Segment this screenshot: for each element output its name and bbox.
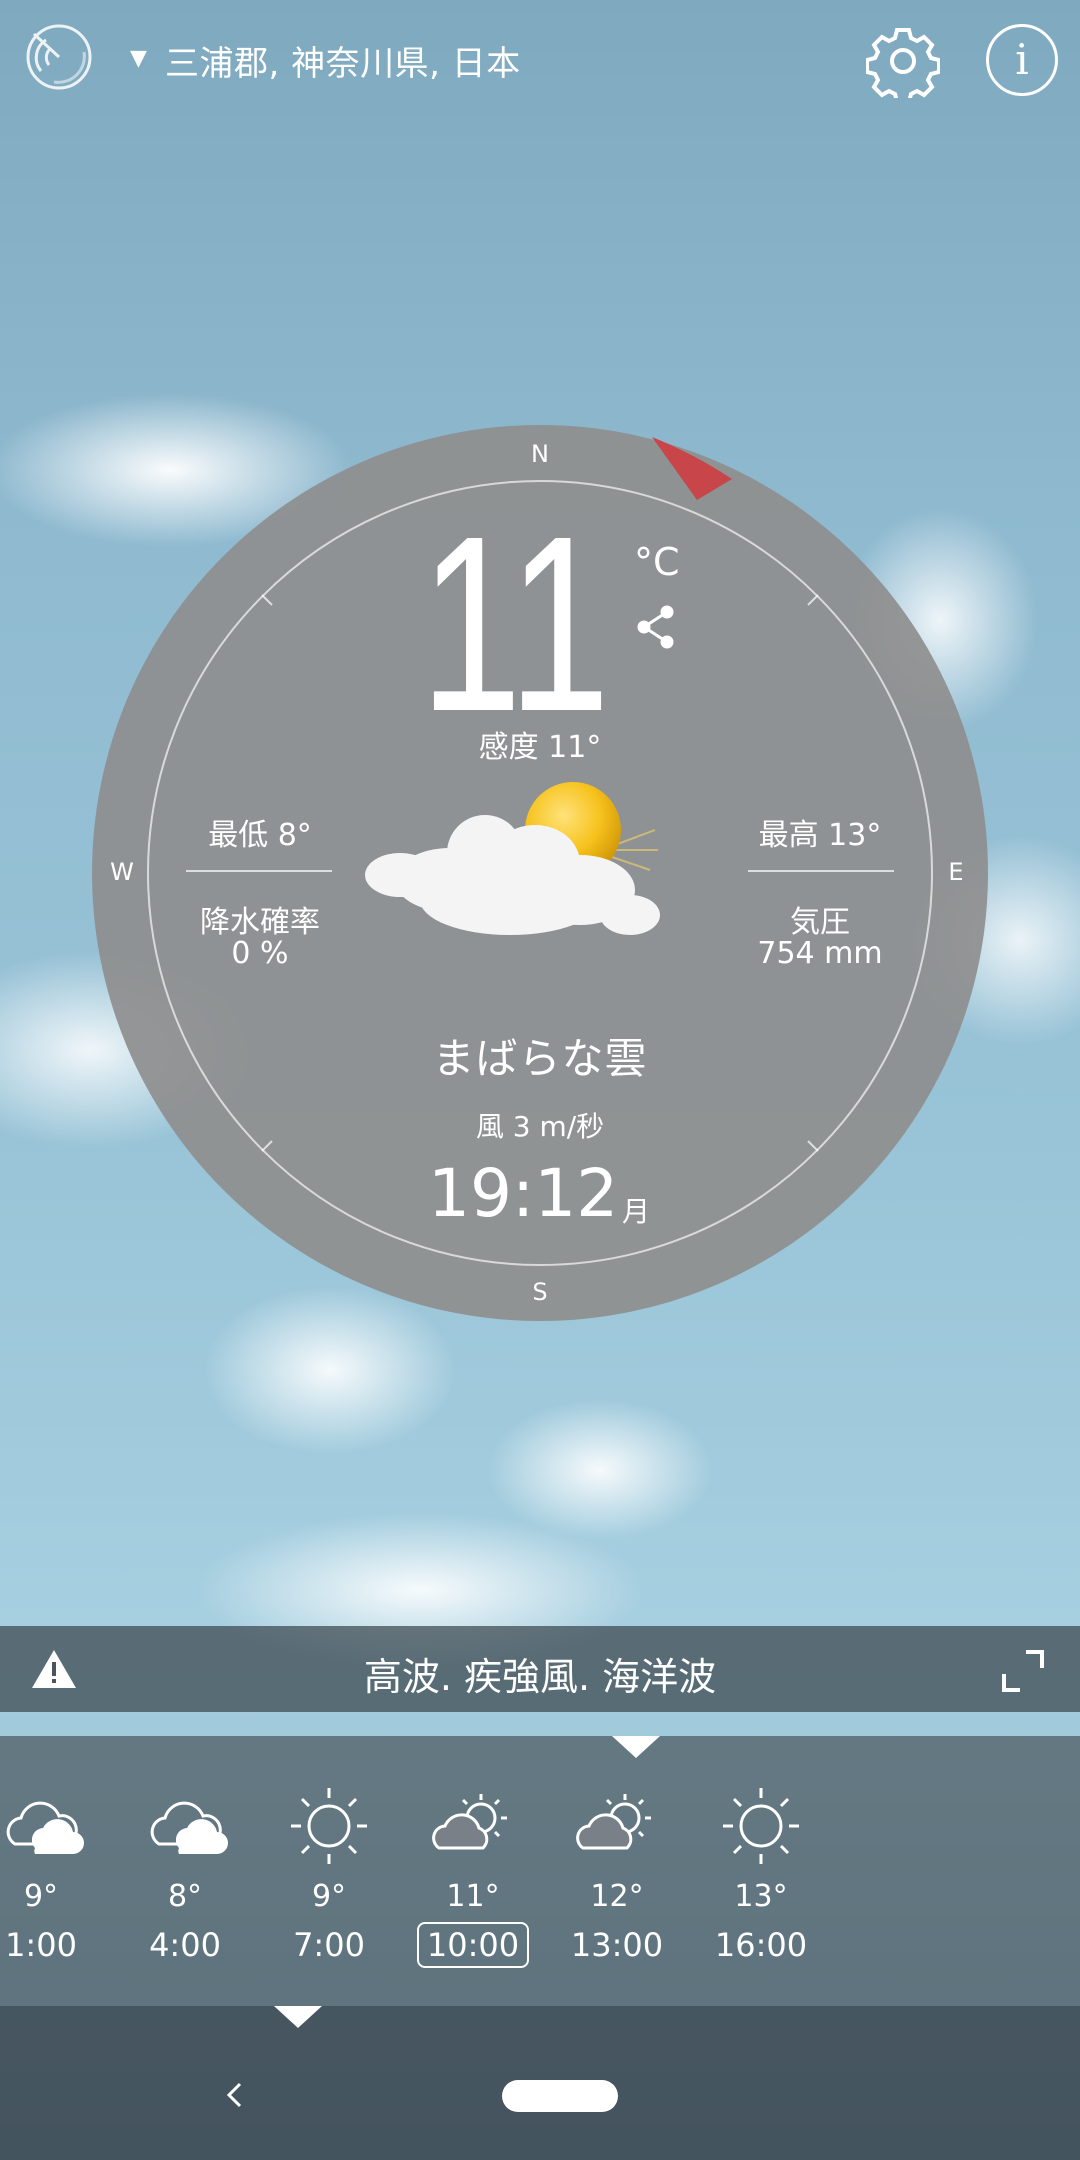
partly-cloudy-icon	[576, 1794, 651, 1850]
gear-icon[interactable]	[866, 24, 940, 98]
forecast-time: 16:00	[714, 1926, 808, 1964]
weather-alert-bar[interactable]: 高波. 疾強風. 海洋波	[0, 1626, 1080, 1712]
divider-left	[186, 870, 332, 872]
feels-like: 感度 11°	[478, 730, 602, 765]
alert-text: 高波. 疾強風. 海洋波	[363, 1655, 717, 1699]
wind-speed: 風 3 m/秒	[475, 1110, 605, 1143]
weather-condition: まばらな雲	[432, 1034, 648, 1083]
partly-cloudy-icon	[432, 1794, 507, 1850]
current-temperature: 11	[420, 525, 610, 725]
home-button[interactable]	[502, 2080, 618, 2112]
hourly-forecast[interactable]: 9° 1:00 8° 4:00 9° 7:00 11° 10:00 12° 13:00 13° 16:…	[0, 1736, 1080, 2006]
collapse-triangle-icon[interactable]	[274, 2006, 322, 2028]
day-of-week: 月	[622, 1195, 651, 1228]
compass-north: N	[531, 440, 549, 468]
sun-icon	[723, 1788, 799, 1864]
forecast-item[interactable]: 13° 16:00	[676, 1736, 846, 2006]
sun-icon	[291, 1788, 367, 1864]
temperature-unit[interactable]: °C	[634, 540, 680, 584]
share-icon[interactable]	[636, 604, 676, 650]
location-label[interactable]: 三浦郡, 神奈川県, 日本	[165, 36, 521, 85]
back-icon[interactable]	[220, 2080, 250, 2110]
svg-text:11: 11	[420, 525, 610, 725]
high-temperature: 最高 13°	[758, 818, 882, 853]
dropdown-triangle-icon[interactable]: ▼	[130, 46, 147, 71]
info-icon[interactable]: i	[986, 24, 1058, 96]
compass-south: S	[532, 1278, 548, 1306]
pressure-label: 気圧	[790, 905, 850, 940]
cloud-icon	[150, 1801, 228, 1854]
low-temperature: 最低 8°	[208, 818, 312, 853]
forecast-temperature: 13°	[734, 1879, 788, 1914]
compass-east: E	[948, 858, 964, 886]
compass-west: W	[110, 858, 134, 886]
cloud-icon	[6, 1801, 84, 1854]
divider-right	[748, 870, 894, 872]
precipitation-label: 降水確率	[200, 905, 320, 940]
pressure-value: 754 mm	[757, 936, 883, 971]
expand-icon[interactable]	[1000, 1648, 1046, 1694]
radar-icon[interactable]	[24, 22, 94, 92]
precipitation-value: 0 %	[231, 936, 289, 971]
top-bar: ▼ 三浦郡, 神奈川県, 日本 i	[0, 0, 1080, 120]
forecast-pointer-icon	[612, 1736, 660, 1758]
current-time: 19:12	[428, 1155, 619, 1232]
partly-cloudy-weather-icon	[365, 782, 660, 935]
